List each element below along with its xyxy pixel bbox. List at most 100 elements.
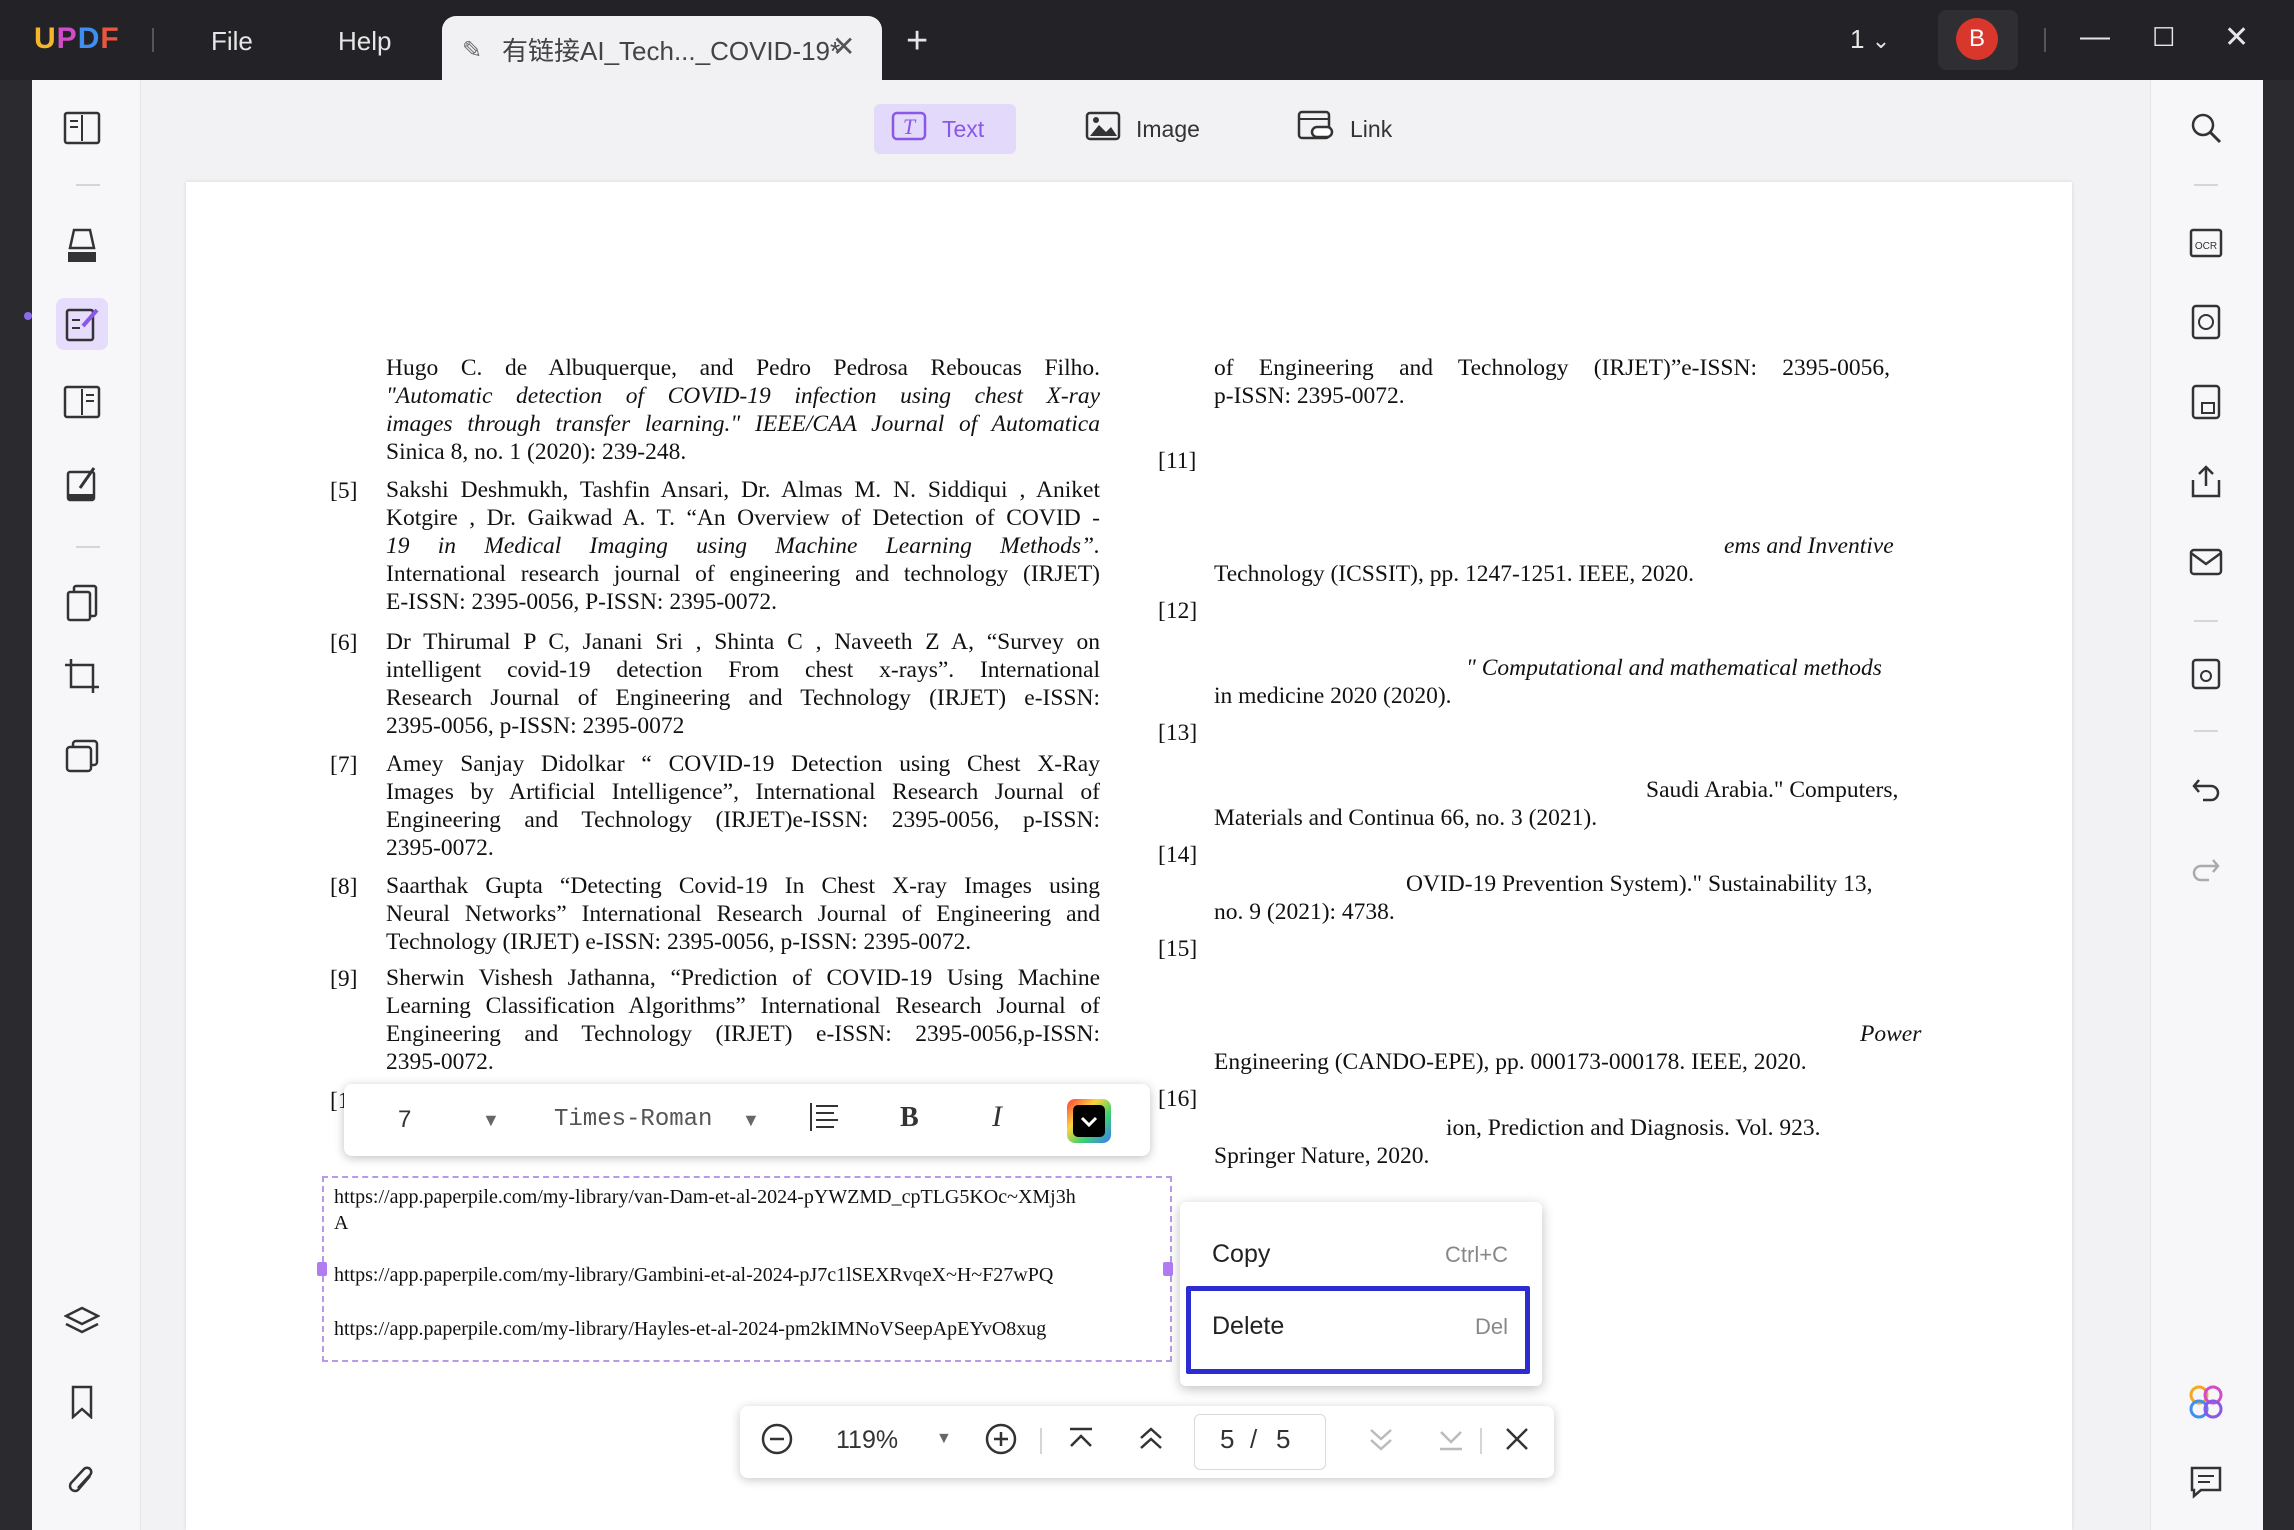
convert-icon[interactable]	[2180, 296, 2232, 348]
zoom-out-icon[interactable]	[760, 1422, 794, 1464]
highlighter-icon[interactable]	[56, 220, 108, 272]
email-icon[interactable]	[2180, 536, 2232, 588]
document-tab[interactable]: ✎ 有链接AI_Tech..._COVID-19* ✕	[442, 16, 882, 80]
edit-pdf-icon[interactable]	[56, 298, 108, 350]
chevron-down-icon[interactable]: ▼	[742, 1110, 760, 1131]
ref-text[interactable]: Engineering and Technology (IRJET) e-ISS…	[386, 1020, 1100, 1048]
copy-menu-item[interactable]: Copy	[1212, 1240, 1270, 1269]
comment-icon[interactable]	[2180, 1456, 2232, 1508]
ref-text[interactable]: Sherwin Vishesh Jathanna, “Prediction of…	[386, 964, 1100, 992]
attachment-icon[interactable]	[56, 1456, 108, 1508]
ref-text[interactable]: ion, Prediction and Diagnosis. Vol. 923.	[1446, 1114, 1820, 1142]
organize-icon[interactable]	[56, 376, 108, 428]
ref-text[interactable]: 2395-0056, p-ISSN: 2395-0072	[386, 712, 684, 740]
ref-text[interactable]: Materials and Continua 66, no. 3 (2021).	[1214, 804, 1597, 832]
resize-handle-left[interactable]	[317, 1262, 327, 1276]
chevron-down-icon[interactable]: ▼	[936, 1430, 952, 1448]
link-tool-button[interactable]: Link	[1296, 104, 1406, 154]
ref-text[interactable]: Dr Thirumal P C, Janani Sri , Shinta C ,…	[386, 628, 1100, 656]
color-picker-icon[interactable]	[1066, 1098, 1112, 1151]
ref-text[interactable]: p-ISSN: 2395-0072.	[1214, 382, 1405, 410]
ocr-icon[interactable]: OCR	[2180, 216, 2232, 268]
ref-text[interactable]: Sinica 8, no. 1 (2020): 239-248.	[386, 438, 686, 466]
ref-text[interactable]: images through transfer learning." IEEE/…	[386, 410, 1100, 438]
ref-text[interactable]: no. 9 (2021): 4738.	[1214, 898, 1395, 926]
ref-text[interactable]: Learning Classification Algorithms” Inte…	[386, 992, 1100, 1020]
pages-icon[interactable]	[56, 576, 108, 628]
nav-divider	[1040, 1428, 1042, 1454]
url-text[interactable]: https://app.paperpile.com/my-library/Gam…	[334, 1264, 1053, 1287]
ref-text[interactable]: Engineering (CANDO-EPE), pp. 000173-0001…	[1214, 1048, 1807, 1076]
text-tool-button[interactable]: T Text	[874, 104, 1016, 154]
ref-text[interactable]: International research journal of engine…	[386, 560, 1100, 588]
delete-menu-item[interactable]: Delete	[1212, 1312, 1284, 1341]
url-text[interactable]: https://app.paperpile.com/my-library/van…	[334, 1186, 1076, 1209]
align-icon[interactable]	[808, 1100, 840, 1141]
new-tab-button[interactable]: +	[906, 20, 928, 63]
image-tool-button[interactable]: Image	[1084, 104, 1234, 154]
protect-icon[interactable]	[2180, 376, 2232, 428]
next-page-icon[interactable]	[1366, 1424, 1396, 1462]
ref-text[interactable]: Engineering and Technology (IRJET)e-ISSN…	[386, 806, 1100, 834]
ref-text[interactable]: Technology (ICSSIT), pp. 1247-1251. IEEE…	[1214, 560, 1694, 588]
url-text[interactable]: https://app.paperpile.com/my-library/Hay…	[334, 1318, 1046, 1341]
ref-text[interactable]: Power	[1860, 1020, 1921, 1048]
avatar[interactable]: B	[1956, 18, 1998, 60]
close-window-icon[interactable]: ✕	[2224, 20, 2249, 55]
close-nav-icon[interactable]	[1502, 1424, 1532, 1462]
minimize-icon[interactable]: —	[2080, 20, 2110, 54]
ref-text[interactable]: Amey Sanjay Didolkar “ COVID-19 Detectio…	[386, 750, 1100, 778]
maximize-icon[interactable]: ☐	[2152, 22, 2175, 53]
ref-text[interactable]: intelligent covid-19 detection From ches…	[386, 656, 1100, 684]
tab-close-icon[interactable]: ✕	[832, 30, 855, 63]
ref-text[interactable]: Technology (IRJET) e-ISSN: 2395-0056, p-…	[386, 928, 971, 956]
ref-text[interactable]: ems and Inventive	[1724, 532, 1894, 560]
font-family-select[interactable]: Times-Roman	[554, 1106, 712, 1133]
ref-text[interactable]: Research Journal of Engineering and Tech…	[386, 684, 1100, 712]
zoom-level[interactable]: 119%	[836, 1426, 898, 1455]
ref-text[interactable]: 2395-0072.	[386, 834, 494, 862]
search-icon[interactable]	[2180, 102, 2232, 154]
redo-icon[interactable]	[2180, 844, 2232, 896]
fill-sign-icon[interactable]	[56, 458, 108, 510]
first-page-icon[interactable]	[1066, 1424, 1096, 1462]
share-icon[interactable]	[2180, 456, 2232, 508]
ai-assistant-icon[interactable]	[2180, 1376, 2232, 1428]
ref-text[interactable]: Saudi Arabia." Computers,	[1646, 776, 1898, 804]
ref-text[interactable]: Images by Artificial Intelligence”, Inte…	[386, 778, 1100, 806]
chevron-down-icon[interactable]: ▼	[482, 1110, 500, 1131]
layers-icon[interactable]	[56, 1296, 108, 1348]
ref-text[interactable]: in medicine 2020 (2020).	[1214, 682, 1452, 710]
ref-text[interactable]: 2395-0072.	[386, 1048, 494, 1076]
ref-text[interactable]: " Computational and mathematical methods	[1466, 654, 1882, 682]
ref-text[interactable]: Saarthak Gupta “Detecting Covid-19 In Ch…	[386, 872, 1100, 900]
page-indicator[interactable]: 1 ⌄	[1850, 24, 1890, 55]
ref-text[interactable]: Hugo C. de Albuquerque, and Pedro Pedros…	[386, 354, 1100, 382]
page-number-box[interactable]	[1194, 1414, 1326, 1470]
ref-text[interactable]: Neural Networks” International Research …	[386, 900, 1100, 928]
ref-text[interactable]: 19 in Medical Imaging using Machine Lear…	[386, 532, 1100, 560]
reader-icon[interactable]	[56, 102, 108, 154]
crop-icon[interactable]	[56, 650, 108, 702]
ref-text[interactable]: Springer Nature, 2020.	[1214, 1142, 1429, 1170]
menu-file[interactable]: File	[211, 26, 253, 57]
url-text[interactable]: A	[334, 1212, 348, 1235]
menu-help[interactable]: Help	[338, 26, 391, 57]
previous-page-icon[interactable]	[1136, 1424, 1166, 1462]
ref-text[interactable]: OVID-19 Prevention System)." Sustainabil…	[1406, 870, 1873, 898]
font-size-select[interactable]: 7	[398, 1106, 411, 1134]
ref-text[interactable]: of Engineering and Technology (IRJET)”e-…	[1214, 354, 1890, 382]
zoom-in-icon[interactable]	[984, 1422, 1018, 1464]
undo-icon[interactable]	[2180, 764, 2232, 816]
save-icon[interactable]	[2180, 648, 2232, 700]
resize-handle-right[interactable]	[1163, 1262, 1173, 1276]
tools-icon[interactable]	[56, 730, 108, 782]
ref-text[interactable]: Kotgire , Dr. Gaikwad A. T. “An Overview…	[386, 504, 1100, 532]
last-page-icon[interactable]	[1436, 1424, 1466, 1462]
ref-text[interactable]: Sakshi Deshmukh, Tashfin Ansari, Dr. Alm…	[386, 476, 1100, 504]
italic-button[interactable]: I	[992, 1100, 1002, 1134]
bookmark-icon[interactable]	[56, 1376, 108, 1428]
ref-text[interactable]: E-ISSN: 2395-0056, P-ISSN: 2395-0072.	[386, 588, 777, 616]
bold-button[interactable]: B	[900, 1102, 919, 1134]
ref-text[interactable]: "Automatic detection of COVID-19 infecti…	[386, 382, 1100, 410]
